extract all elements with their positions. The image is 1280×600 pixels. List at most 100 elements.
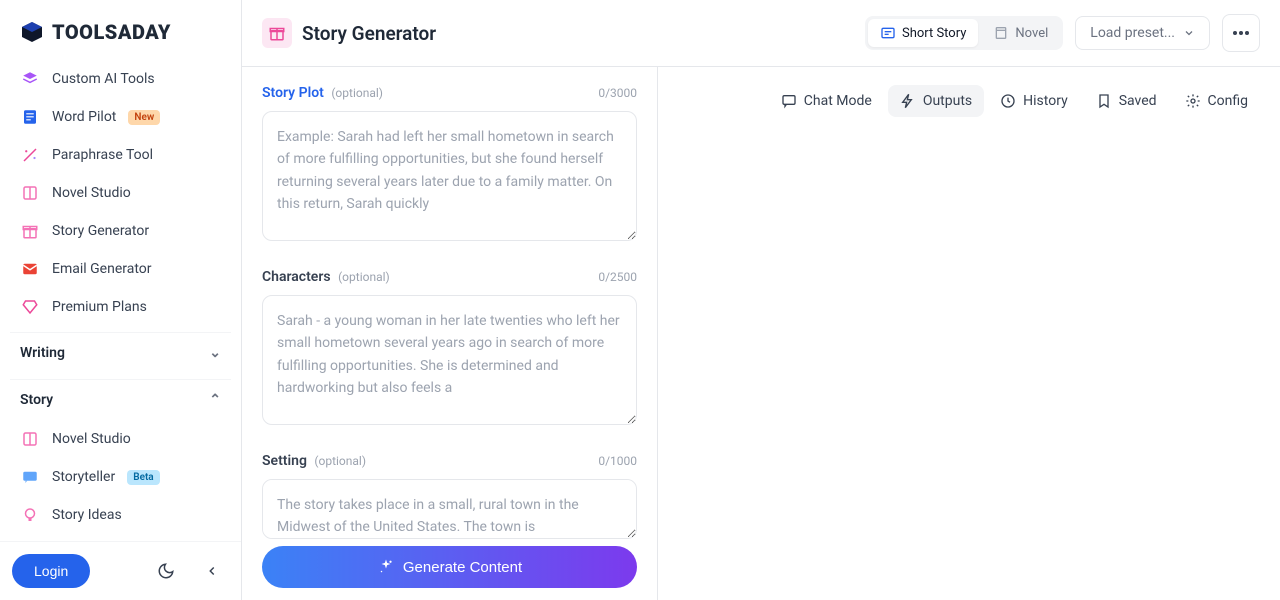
sidebar-item-label: Custom AI Tools xyxy=(52,71,155,87)
optional-text: (optional) xyxy=(331,86,383,100)
chevron-left-icon xyxy=(205,564,219,578)
tab-label: History xyxy=(1023,93,1068,109)
preset-label: Load preset... xyxy=(1090,25,1175,41)
story-type-segment: Short Story Novel xyxy=(865,16,1063,50)
sidebar-item-label: Story Generator xyxy=(52,223,149,239)
wand-icon xyxy=(20,145,40,165)
tab-outputs[interactable]: Outputs xyxy=(888,85,984,117)
optional-text: (optional) xyxy=(314,454,366,468)
login-button[interactable]: Login xyxy=(12,554,90,588)
sidebar: TOOLSADAY Custom AI Tools Word Pilot New… xyxy=(0,0,242,600)
tab-saved[interactable]: Saved xyxy=(1084,85,1169,117)
moon-icon xyxy=(157,562,175,580)
sidebar-item-novel-studio[interactable]: Novel Studio xyxy=(10,174,231,212)
nav: Custom AI Tools Word Pilot New Paraphras… xyxy=(0,54,241,541)
sidebar-item-label: Storyteller xyxy=(52,469,115,485)
layers-icon xyxy=(20,69,40,89)
chevron-up-icon: ⌃ xyxy=(209,392,221,408)
collapse-sidebar[interactable] xyxy=(195,554,229,588)
tab-config[interactable]: Config xyxy=(1173,85,1260,117)
sidebar-item-story-ideas[interactable]: Story Ideas xyxy=(10,496,231,534)
tab-label: Config xyxy=(1208,93,1248,109)
form-panel: Story Plot (optional) 0/3000 Characters … xyxy=(242,67,658,600)
header: Story Generator Short Story Novel Load p… xyxy=(242,0,1280,67)
chat-icon xyxy=(781,93,797,109)
sidebar-item-label: Novel Studio xyxy=(52,185,131,201)
field-story-plot: Story Plot (optional) 0/3000 xyxy=(262,85,637,245)
sidebar-item-label: Email Generator xyxy=(52,261,152,277)
chevron-down-icon: ⌄ xyxy=(209,345,221,361)
sidebar-item-novel-studio-2[interactable]: Novel Studio xyxy=(10,420,231,458)
section-label: Writing xyxy=(20,345,65,361)
theme-toggle[interactable] xyxy=(149,554,183,588)
sidebar-item-word-pilot[interactable]: Word Pilot New xyxy=(10,98,231,136)
output-panel: Chat Mode Outputs History Saved xyxy=(658,67,1280,600)
book-icon xyxy=(993,25,1009,41)
sparkle-icon xyxy=(377,558,395,576)
section-writing[interactable]: Writing ⌄ xyxy=(10,332,231,373)
generate-label: Generate Content xyxy=(403,559,522,576)
gift-icon xyxy=(262,18,292,48)
sidebar-item-paraphrase[interactable]: Paraphrase Tool xyxy=(10,136,231,174)
setting-input[interactable] xyxy=(262,479,637,539)
optional-text: (optional) xyxy=(338,270,390,284)
page-title: Story Generator xyxy=(262,18,853,48)
chat-icon xyxy=(20,467,40,487)
new-badge: New xyxy=(128,110,160,125)
book-icon xyxy=(20,429,40,449)
generate-button[interactable]: Generate Content xyxy=(262,546,637,588)
char-counter: 0/3000 xyxy=(598,86,637,100)
section-story[interactable]: Story ⌃ xyxy=(10,379,231,420)
sidebar-item-email-generator[interactable]: Email Generator xyxy=(10,250,231,288)
output-tabs: Chat Mode Outputs History Saved xyxy=(678,85,1260,117)
sidebar-footer: Login xyxy=(0,541,241,600)
field-label[interactable]: Story Plot xyxy=(262,85,324,101)
characters-input[interactable] xyxy=(262,295,637,425)
sidebar-item-custom-ai[interactable]: Custom AI Tools xyxy=(10,60,231,98)
sidebar-item-premium[interactable]: Premium Plans xyxy=(10,288,231,326)
field-characters: Characters (optional) 0/2500 xyxy=(262,269,637,429)
field-label: Setting xyxy=(262,453,307,469)
main: Story Generator Short Story Novel Load p… xyxy=(242,0,1280,600)
tab-chat-mode[interactable]: Chat Mode xyxy=(769,85,884,117)
logo[interactable]: TOOLSADAY xyxy=(0,0,241,54)
tab-label: Saved xyxy=(1119,93,1157,109)
section-label: Story xyxy=(20,392,53,408)
bookmark-icon xyxy=(1096,93,1112,109)
chevron-down-icon xyxy=(1183,27,1195,39)
gear-icon xyxy=(1185,93,1201,109)
tab-history[interactable]: History xyxy=(988,85,1080,117)
card-icon xyxy=(880,25,896,41)
sidebar-item-story-generator[interactable]: Story Generator xyxy=(10,212,231,250)
story-plot-input[interactable] xyxy=(262,111,637,241)
mail-icon xyxy=(20,259,40,279)
sidebar-item-label: Novel Studio xyxy=(52,431,131,447)
field-label: Characters xyxy=(262,269,331,285)
seg-short-story[interactable]: Short Story xyxy=(868,19,978,47)
seg-label: Novel xyxy=(1015,26,1048,41)
sidebar-item-label: Paraphrase Tool xyxy=(52,147,153,163)
logo-icon xyxy=(20,20,44,44)
more-button[interactable] xyxy=(1222,14,1260,52)
gift-icon xyxy=(20,221,40,241)
book-icon xyxy=(20,183,40,203)
bulb-icon xyxy=(20,505,40,525)
field-setting: Setting (optional) 0/1000 xyxy=(262,453,637,543)
sidebar-item-label: Word Pilot xyxy=(52,109,116,125)
char-counter: 0/2500 xyxy=(598,270,637,284)
load-preset-button[interactable]: Load preset... xyxy=(1075,16,1210,50)
page-title-text: Story Generator xyxy=(302,22,436,45)
tab-label: Outputs xyxy=(923,93,972,109)
dots-icon xyxy=(1233,31,1249,35)
seg-novel[interactable]: Novel xyxy=(981,19,1060,47)
sidebar-item-label: Premium Plans xyxy=(52,299,147,315)
document-icon xyxy=(20,107,40,127)
char-counter: 0/1000 xyxy=(598,454,637,468)
brand-text: TOOLSADAY xyxy=(52,20,171,44)
diamond-icon xyxy=(20,297,40,317)
sidebar-item-label: Story Ideas xyxy=(52,507,122,523)
seg-label: Short Story xyxy=(902,26,966,41)
bolt-icon xyxy=(900,93,916,109)
beta-badge: Beta xyxy=(127,470,159,485)
sidebar-item-storyteller[interactable]: Storyteller Beta xyxy=(10,458,231,496)
